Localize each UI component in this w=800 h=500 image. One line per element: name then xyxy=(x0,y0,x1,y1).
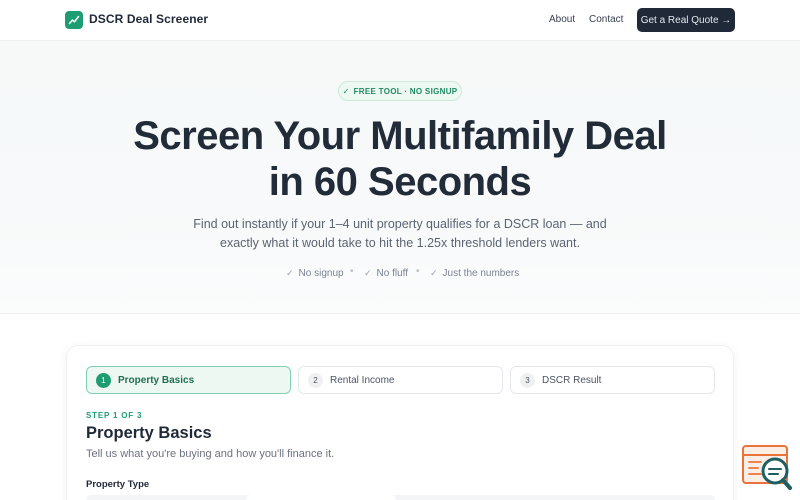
hero-title-line-1: Screen Your Multifamily Deal xyxy=(133,114,667,158)
hero-subtitle-line-1: Find out instantly if your 1–4 unit prop… xyxy=(193,217,607,231)
section-subtitle: Tell us what you're buying and how you'l… xyxy=(86,448,335,460)
section-title: Property Basics xyxy=(86,424,212,442)
hero-section: ✓ FREE TOOL · NO SIGNUP Screen Your Mult… xyxy=(0,41,800,314)
top-navbar: DSCR Deal Screener About Contact Get a R… xyxy=(0,0,800,41)
hero-bullets: ✓ No signup • ✓ No fluff • ✓ Just the nu… xyxy=(0,266,800,282)
step-number: 1 xyxy=(96,372,111,388)
bullet-label: Just the numbers xyxy=(442,268,520,279)
hero-subtitle: Find out instantly if your 1–4 unit prop… xyxy=(180,215,620,253)
hero-subtitle-line-2: exactly what it would take to hit the 1.… xyxy=(220,236,580,250)
step-tab-dscr-result[interactable]: 3 DSCR Result xyxy=(510,366,715,394)
step-number: 3 xyxy=(520,372,535,388)
property-type-option-selected[interactable] xyxy=(246,495,396,500)
free-tool-badge: ✓ FREE TOOL · NO SIGNUP xyxy=(338,81,462,101)
step-label: Rental Income xyxy=(330,374,395,386)
badge-label: FREE TOOL · NO SIGNUP xyxy=(353,86,458,96)
step-tab-rental-income[interactable]: 2 Rental Income xyxy=(298,366,503,394)
hero-title-line-2: in 60 Seconds xyxy=(268,160,532,204)
nav-about-link[interactable]: About xyxy=(549,14,575,25)
get-quote-button[interactable]: Get a Real Quote → xyxy=(637,8,735,32)
support-widget-icon[interactable] xyxy=(740,444,792,492)
step-tab-property-basics[interactable]: 1 Property Basics xyxy=(86,366,291,394)
property-type-selector[interactable] xyxy=(86,495,715,500)
hero-title: Screen Your Multifamily Deal in 60 Secon… xyxy=(100,113,700,205)
bullet-label: No signup xyxy=(298,268,344,279)
nav-contact-link[interactable]: Contact xyxy=(589,14,623,25)
bullet-just-numbers: ✓ Just the numbers xyxy=(430,268,519,279)
bullet-separator: • xyxy=(416,266,420,277)
trend-chart-icon[interactable] xyxy=(65,11,83,29)
bullet-no-fluff: ✓ No fluff xyxy=(364,268,408,279)
brand-name[interactable]: DSCR Deal Screener xyxy=(89,12,208,26)
check-icon: ✓ xyxy=(342,86,350,96)
check-icon: ✓ xyxy=(286,268,294,278)
step-label: DSCR Result xyxy=(542,374,602,386)
step-indicator: STEP 1 OF 3 xyxy=(86,411,143,420)
screener-card: 1 Property Basics 2 Rental Income 3 DSCR… xyxy=(66,345,734,500)
check-icon: ✓ xyxy=(430,268,438,278)
step-label: Property Basics xyxy=(118,374,195,386)
property-type-label: Property Type xyxy=(86,479,150,490)
bullet-separator: • xyxy=(350,266,354,277)
bullet-label: No fluff xyxy=(376,268,409,279)
check-icon: ✓ xyxy=(364,268,372,278)
step-number: 2 xyxy=(308,372,323,388)
bullet-no-signup: ✓ No signup xyxy=(286,268,344,279)
